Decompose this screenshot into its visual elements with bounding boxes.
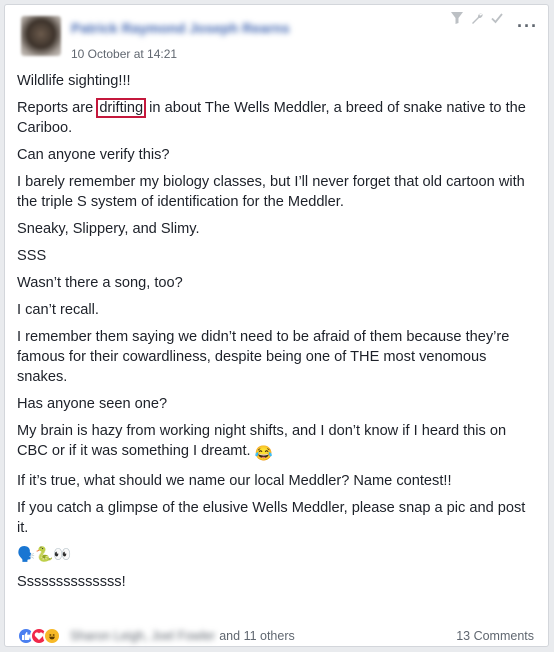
reactions-summary[interactable]: Sharon Leigh, Joel Fowler and 11 others bbox=[17, 627, 295, 645]
post-line: My brain is hazy from working night shif… bbox=[17, 421, 532, 464]
laugh-emoji-icon: 😂 bbox=[254, 446, 273, 462]
text-segment: Reports are bbox=[17, 100, 98, 116]
post-card: Patrick Raymond Joseph Rearns 10 October… bbox=[4, 4, 549, 647]
filter-icon[interactable] bbox=[450, 11, 464, 25]
post-line: Has anyone seen one? bbox=[17, 396, 168, 412]
more-options-icon[interactable]: ··· bbox=[517, 17, 538, 35]
wrench-icon[interactable] bbox=[470, 11, 484, 25]
post-line: Ssssssssssssss! bbox=[17, 574, 126, 590]
highlighted-word: drifting bbox=[96, 98, 147, 118]
haha-icon bbox=[43, 627, 61, 645]
post-line: If you catch a glimpse of the elusive We… bbox=[17, 500, 526, 536]
post-line: Can anyone verify this? bbox=[17, 147, 170, 163]
post-tools bbox=[450, 11, 504, 25]
author-name[interactable]: Patrick Raymond Joseph Rearns bbox=[71, 20, 290, 36]
post-line: Sneaky, Slippery, and Slimy. bbox=[17, 221, 200, 237]
checkmark-icon[interactable] bbox=[490, 11, 504, 25]
post-timestamp[interactable]: 10 October at 14:21 bbox=[71, 47, 177, 61]
post-line: If it’s true, what should we name our lo… bbox=[17, 473, 452, 489]
post-line: Wildlife sighting!!! bbox=[17, 73, 131, 89]
post-line: Reports are drifting in about The Wells … bbox=[17, 98, 532, 138]
post-line: I can’t recall. bbox=[17, 302, 99, 318]
post-line: Wasn’t there a song, too? bbox=[17, 275, 183, 291]
post-line: I remember them saying we didn’t need to… bbox=[17, 329, 510, 385]
comments-count-link[interactable]: 13 Comments bbox=[456, 629, 534, 643]
reaction-icons bbox=[17, 627, 61, 645]
post-line: I barely remember my biology classes, bu… bbox=[17, 174, 525, 210]
reaction-names[interactable]: Sharon Leigh, Joel Fowler bbox=[70, 629, 215, 643]
reaction-others[interactable]: and 11 others bbox=[219, 629, 295, 643]
emoji-line: 🗣️🐍👀 bbox=[17, 547, 72, 563]
post-body: Wildlife sighting!!! Reports are driftin… bbox=[17, 71, 532, 599]
author-avatar[interactable] bbox=[21, 16, 61, 56]
post-line: SSS bbox=[17, 248, 47, 264]
